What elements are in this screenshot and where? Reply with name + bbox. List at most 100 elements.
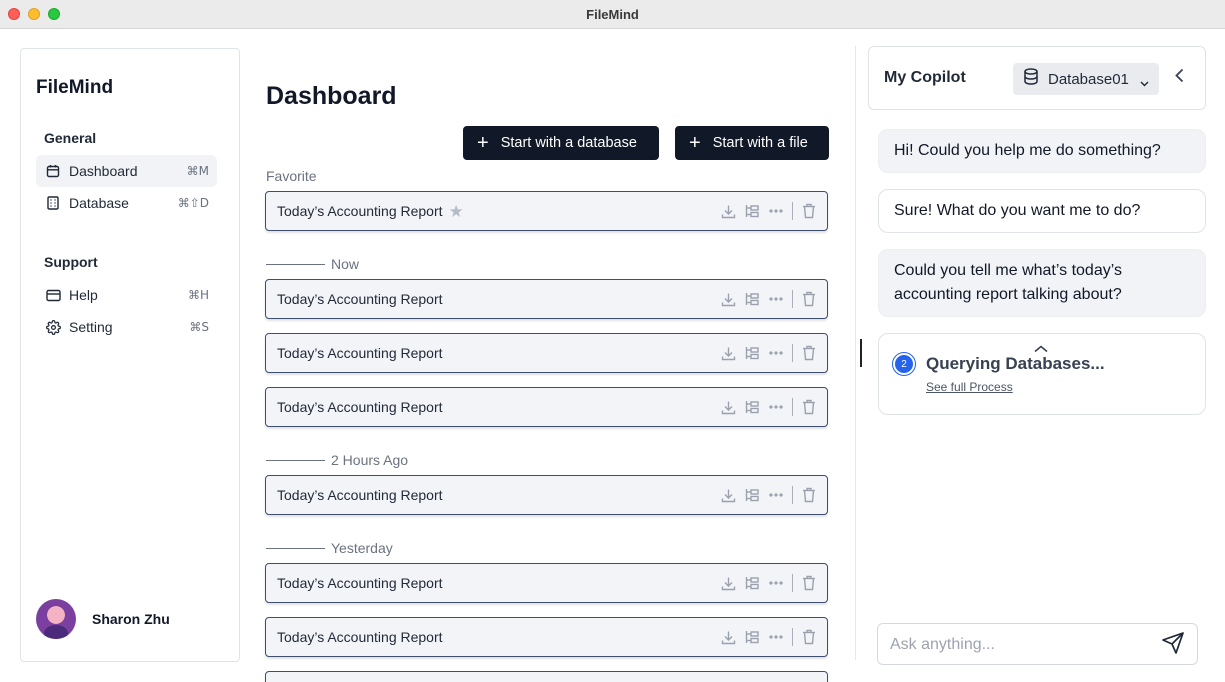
group-label: Yesterday — [331, 540, 393, 556]
trash-icon[interactable] — [801, 487, 817, 503]
download-icon[interactable] — [720, 487, 736, 503]
button-label: Start with a file — [712, 135, 808, 151]
action-separator — [792, 574, 793, 592]
plus-icon: + — [477, 132, 489, 154]
page-title: Dashboard — [266, 82, 397, 110]
file-card[interactable]: Today’s Accounting Report — [265, 387, 828, 427]
group-divider-line — [266, 264, 325, 265]
step-number: 2 — [895, 355, 913, 373]
file-actions — [712, 344, 817, 362]
section-title-support: Support — [44, 254, 98, 270]
download-icon[interactable] — [720, 629, 736, 645]
user-name: Sharon Zhu — [92, 611, 170, 627]
sidebar-item-dashboard[interactable]: Dashboard ⌘M — [36, 155, 217, 187]
chat-message-assistant: Sure! What do you want me to do? — [878, 189, 1206, 233]
file-card[interactable]: Today’s Accounting Report — [265, 617, 828, 657]
file-card[interactable]: Today’s Accounting Report — [265, 563, 828, 603]
send-icon — [1161, 631, 1185, 660]
action-separator — [792, 628, 793, 646]
sidebar-item-label: Help — [69, 287, 98, 303]
trash-icon[interactable] — [801, 345, 817, 361]
file-name: Today’s Accounting Report — [277, 203, 443, 219]
file-card[interactable]: Today’s Accounting Report — [265, 671, 828, 682]
action-separator — [792, 290, 793, 308]
group-label: Favorite — [266, 168, 317, 184]
download-icon[interactable] — [720, 575, 736, 591]
tree-icon[interactable] — [744, 291, 760, 307]
database-select-value: Database01 — [1048, 70, 1129, 88]
file-name: Today’s Accounting Report — [277, 345, 443, 361]
process-title: Querying Databases... — [926, 354, 1105, 373]
tree-icon[interactable] — [744, 629, 760, 645]
more-icon[interactable] — [768, 291, 784, 307]
tree-icon[interactable] — [744, 487, 760, 503]
send-button[interactable] — [1161, 631, 1185, 660]
file-actions — [712, 202, 817, 220]
file-actions — [712, 628, 817, 646]
file-actions — [712, 574, 817, 592]
window-titlebar: FileMind — [0, 0, 1225, 29]
file-card[interactable]: Today’s Accounting Report — [265, 279, 828, 319]
sidebar-item-label: Dashboard — [69, 163, 138, 179]
sidebar: FileMind General Dashboard ⌘M Database ⌘… — [20, 48, 240, 662]
action-separator — [792, 486, 793, 504]
chat-message-user: Could you tell me what’s today’s account… — [878, 249, 1206, 317]
file-name: Today’s Accounting Report — [277, 575, 443, 591]
sidebar-item-help[interactable]: Help ⌘H — [36, 279, 217, 311]
download-icon[interactable] — [720, 345, 736, 361]
more-icon[interactable] — [768, 399, 784, 415]
file-name: Today’s Accounting Report — [277, 291, 443, 307]
more-icon[interactable] — [768, 345, 784, 361]
app-brand: FileMind — [36, 77, 114, 98]
section-title-general: General — [44, 130, 97, 146]
chat-message-user: Hi! Could you help me do something? — [878, 129, 1206, 173]
sidebar-item-label: Database — [69, 195, 129, 211]
start-with-file-button[interactable]: + Start with a file — [675, 126, 829, 160]
tree-icon[interactable] — [744, 575, 760, 591]
trash-icon[interactable] — [801, 399, 817, 415]
start-with-database-button[interactable]: + Start with a database — [463, 126, 659, 160]
group-divider-line — [266, 460, 325, 461]
message-text: Could you tell me what’s today’s account… — [894, 262, 1122, 303]
shortcut-hint: ⌘M — [186, 164, 209, 178]
trash-icon[interactable] — [801, 575, 817, 591]
group-divider-line — [266, 548, 325, 549]
more-icon[interactable] — [768, 203, 784, 219]
chevron-left-icon — [1174, 68, 1184, 88]
step-badge: 2 — [892, 352, 916, 376]
copilot-header: My Copilot Database01 — [868, 46, 1206, 110]
sidebar-item-database[interactable]: Database ⌘⇧D — [36, 187, 217, 219]
see-full-process-link[interactable]: See full Process — [926, 380, 1013, 394]
chevron-down-icon — [1140, 74, 1149, 92]
more-icon[interactable] — [768, 575, 784, 591]
trash-icon[interactable] — [801, 291, 817, 307]
download-icon[interactable] — [720, 203, 736, 219]
tree-icon[interactable] — [744, 203, 760, 219]
database-select[interactable]: Database01 — [1013, 63, 1159, 95]
ask-input[interactable] — [890, 632, 1140, 658]
tree-icon[interactable] — [744, 345, 760, 361]
file-card[interactable]: Today’s Accounting Report ★ — [265, 191, 828, 231]
tree-icon[interactable] — [744, 399, 760, 415]
file-card[interactable]: Today’s Accounting Report — [265, 333, 828, 373]
more-icon[interactable] — [768, 629, 784, 645]
file-card[interactable]: Today’s Accounting Report — [265, 475, 828, 515]
sidebar-item-setting[interactable]: Setting ⌘S — [36, 311, 217, 343]
more-icon[interactable] — [768, 487, 784, 503]
action-separator — [792, 344, 793, 362]
download-icon[interactable] — [720, 291, 736, 307]
shortcut-hint: ⌘S — [189, 320, 209, 334]
panel-divider[interactable] — [855, 46, 856, 660]
collapse-panel-button[interactable] — [1171, 68, 1187, 88]
ask-box — [877, 623, 1198, 665]
file-name: Today’s Accounting Report — [277, 629, 443, 645]
user-profile[interactable]: Sharon Zhu — [36, 599, 170, 639]
trash-icon[interactable] — [801, 629, 817, 645]
plus-icon: + — [689, 132, 701, 154]
shortcut-hint: ⌘H — [187, 288, 209, 302]
download-icon[interactable] — [720, 399, 736, 415]
file-actions — [712, 290, 817, 308]
star-icon[interactable]: ★ — [449, 203, 464, 220]
file-name: Today’s Accounting Report — [277, 399, 443, 415]
trash-icon[interactable] — [801, 203, 817, 219]
